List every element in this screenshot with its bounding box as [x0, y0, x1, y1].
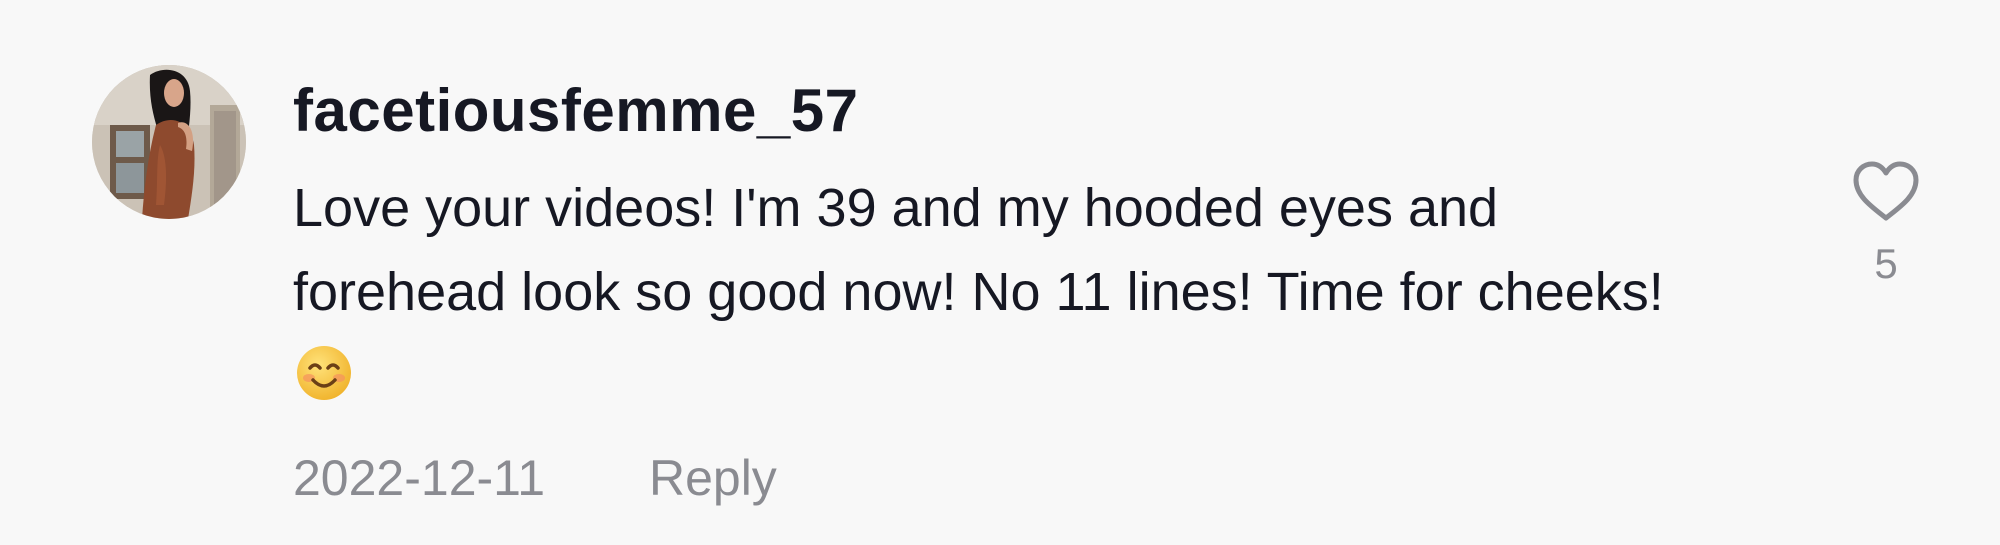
like-control: 5: [1848, 160, 1924, 288]
like-count: 5: [1874, 240, 1898, 287]
comment-text-content: Love your videos! I'm 39 and my hooded e…: [293, 178, 1664, 322]
smiling-face-emoji-icon: [297, 346, 351, 400]
comment-date: 2022-12-11: [293, 450, 546, 506]
heart-outline-icon[interactable]: [1850, 160, 1922, 224]
avatar-image: [92, 65, 246, 219]
comment-item: facetiousfemme_57 Love your videos! I'm …: [0, 0, 2000, 545]
username[interactable]: facetiousfemme_57: [293, 76, 858, 145]
reply-button[interactable]: Reply: [649, 449, 777, 507]
avatar[interactable]: [92, 65, 246, 219]
comment-meta: 2022-12-11 Reply: [293, 449, 777, 507]
comment-text: Love your videos! I'm 39 and my hooded e…: [293, 166, 1713, 418]
